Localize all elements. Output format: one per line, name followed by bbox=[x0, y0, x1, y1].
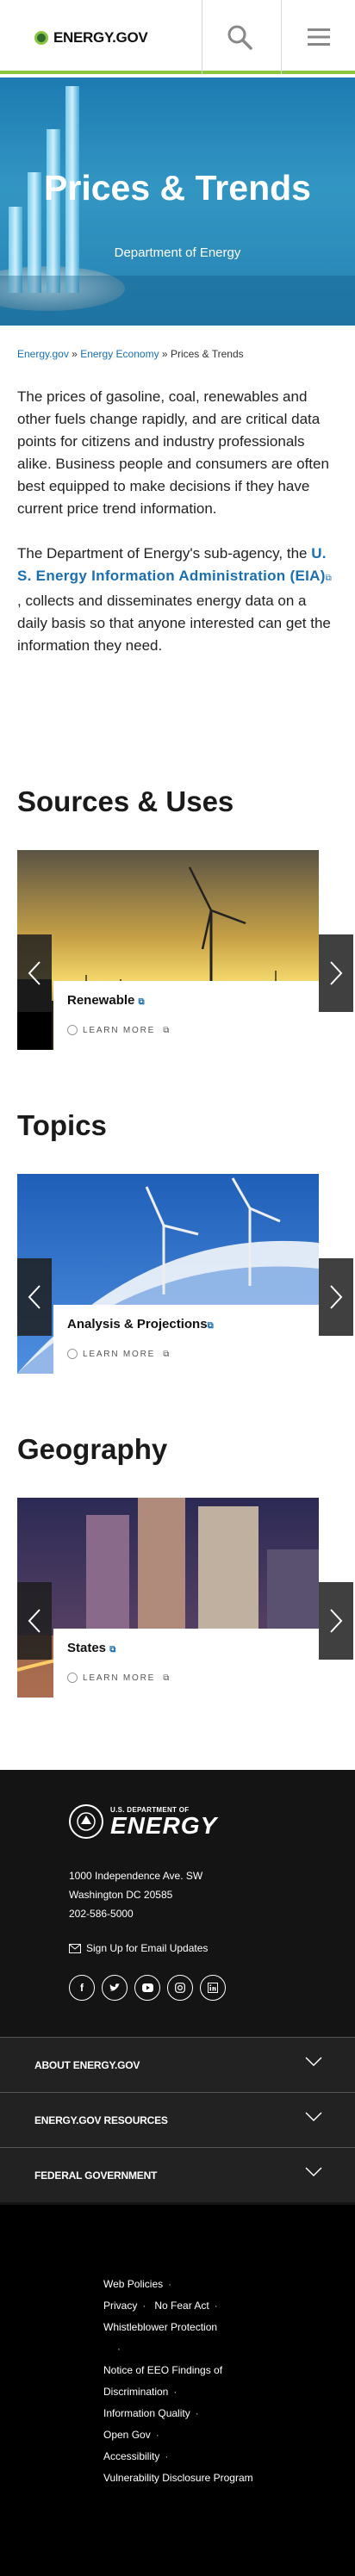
menu-button[interactable] bbox=[281, 0, 355, 74]
email-signup-link[interactable]: Sign Up for Email Updates bbox=[69, 1942, 208, 1954]
intro-paragraph-1: The prices of gasoline, coal, renewables… bbox=[17, 388, 329, 517]
card-caption: Renewable ⧉ LEARN MORE ⧉ bbox=[53, 981, 319, 1050]
carousel-next-button[interactable] bbox=[319, 934, 353, 1012]
learn-more-link[interactable]: LEARN MORE ⧉ bbox=[67, 1349, 305, 1359]
breadcrumb-link-energy-economy[interactable]: Energy Economy bbox=[80, 348, 159, 360]
linkedin-icon[interactable] bbox=[200, 1975, 226, 2001]
legal-link-no-fear-act[interactable]: No Fear Act bbox=[154, 2300, 209, 2312]
accordion-about-energy-gov[interactable]: ABOUT ENERGY.GOV bbox=[0, 2037, 355, 2092]
site-footer: U.S. DEPARTMENT OF ENERGY 1000 Independe… bbox=[0, 1770, 355, 2576]
youtube-icon[interactable] bbox=[134, 1975, 160, 2001]
legal-link-vulnerability-disclosure[interactable]: Vulnerability Disclosure Program bbox=[103, 2472, 253, 2484]
carousel-next-button[interactable] bbox=[319, 1258, 353, 1336]
legal-link-open-gov[interactable]: Open Gov bbox=[103, 2429, 151, 2441]
site-header: ENERGY.GOV bbox=[0, 0, 355, 74]
legal-link-privacy[interactable]: Privacy bbox=[103, 2300, 137, 2312]
address-line-2: Washington DC 20585 bbox=[69, 1889, 173, 1901]
chevron-left-icon bbox=[28, 1609, 40, 1633]
social-links: f bbox=[69, 1975, 226, 2001]
legal-links-section: Web Policies · Privacy · No Fear Act · Whis… bbox=[0, 2205, 355, 2576]
chevron-right-icon bbox=[330, 1609, 343, 1633]
learn-more-link[interactable]: LEARN MORE ⧉ bbox=[67, 1673, 305, 1683]
search-button[interactable] bbox=[202, 0, 276, 74]
section-title-topics: Topics bbox=[17, 1109, 107, 1141]
hamburger-menu-icon bbox=[307, 28, 330, 46]
card-label[interactable]: Analysis & Projections⧉ bbox=[67, 1317, 305, 1331]
legal-links: Web Policies · Privacy · No Fear Act · Whis… bbox=[103, 2278, 253, 2484]
envelope-icon bbox=[69, 1943, 81, 1953]
chevron-left-icon bbox=[28, 961, 40, 985]
doe-logo-big-text: ENERGY bbox=[110, 1811, 218, 1839]
address-line-1: 1000 Independence Ave. SW bbox=[69, 1870, 203, 1882]
external-link-icon: ⧉ bbox=[163, 1673, 171, 1683]
breadcrumb-separator: » bbox=[161, 348, 168, 360]
external-link-icon: ⧉ bbox=[109, 1645, 116, 1654]
chevron-left-icon bbox=[28, 1285, 40, 1309]
external-link-icon: ⧉ bbox=[207, 1321, 214, 1331]
email-signup-label: Sign Up for Email Updates bbox=[86, 1942, 209, 1954]
doe-seal-icon bbox=[69, 1804, 103, 1839]
card-analysis-projections[interactable]: Analysis & Projections⧉ LEARN MORE ⧉ bbox=[17, 1174, 353, 1374]
legal-link-accessibility[interactable]: Accessibility bbox=[103, 2450, 159, 2462]
chevron-right-icon bbox=[330, 961, 343, 985]
circle-icon bbox=[67, 1349, 78, 1359]
logo-text: ENERGY.GOV bbox=[53, 29, 148, 46]
footer-address: 1000 Independence Ave. SW Washington DC … bbox=[69, 1866, 202, 1923]
phone-number[interactable]: 202-586-5000 bbox=[69, 1904, 202, 1923]
chevron-down-icon bbox=[305, 2057, 322, 2067]
accordion-label: FEDERAL GOVERNMENT bbox=[34, 2169, 158, 2182]
twitter-icon[interactable] bbox=[102, 1975, 128, 2001]
card-states[interactable]: States ⧉ LEARN MORE ⧉ bbox=[17, 1498, 353, 1698]
page-title: Prices & Trends bbox=[44, 168, 311, 208]
chevron-down-icon bbox=[305, 2112, 322, 2122]
accordion-energy-gov-resources[interactable]: ENERGY.GOV RESOURCES bbox=[0, 2092, 355, 2147]
energy-gov-logo[interactable]: ENERGY.GOV bbox=[34, 29, 148, 47]
intro-text: The prices of gasoline, coal, renewables… bbox=[17, 386, 338, 680]
energy-logo-icon bbox=[34, 31, 48, 45]
card-label[interactable]: States ⧉ bbox=[67, 1641, 305, 1655]
breadcrumb-link-energy-gov[interactable]: Energy.gov bbox=[17, 348, 69, 360]
carousel-prev-button[interactable] bbox=[17, 1582, 52, 1660]
external-link-icon: ⧉ bbox=[163, 1025, 171, 1035]
breadcrumb: Energy.gov » Energy Economy » Prices & T… bbox=[17, 348, 244, 360]
learn-more-link[interactable]: LEARN MORE ⧉ bbox=[67, 1025, 305, 1035]
intro-p2-text-after: , collects and disseminates energy data … bbox=[17, 593, 331, 654]
accordion-label: ABOUT ENERGY.GOV bbox=[34, 2058, 140, 2071]
card-renewable[interactable]: Renewable ⧉ LEARN MORE ⧉ bbox=[17, 850, 353, 1050]
hero-subtitle: Department of Energy bbox=[114, 245, 241, 260]
circle-icon bbox=[67, 1025, 78, 1035]
legal-link-whistleblower[interactable]: Whistleblower Protection bbox=[103, 2321, 217, 2333]
carousel-prev-button[interactable] bbox=[17, 934, 52, 1012]
external-link-icon: ⧉ bbox=[163, 1349, 171, 1359]
circle-icon bbox=[67, 1673, 78, 1683]
legal-link-information-quality[interactable]: Information Quality bbox=[103, 2407, 190, 2419]
intro-paragraph-2: The Department of Energy's sub-agency, t… bbox=[17, 543, 338, 657]
carousel-next-button[interactable] bbox=[319, 1582, 353, 1660]
instagram-icon[interactable] bbox=[167, 1975, 193, 2001]
card-caption: Analysis & Projections⧉ LEARN MORE ⧉ bbox=[53, 1305, 319, 1374]
chevron-right-icon bbox=[330, 1285, 343, 1309]
card-label[interactable]: Renewable ⧉ bbox=[67, 993, 305, 1008]
chevron-down-icon bbox=[305, 2167, 322, 2177]
hero-banner: Prices & Trends Department of Energy bbox=[0, 78, 355, 326]
search-icon bbox=[227, 25, 252, 50]
accordion-label: ENERGY.GOV RESOURCES bbox=[34, 2114, 168, 2126]
carousel-prev-button[interactable] bbox=[17, 1258, 52, 1336]
section-title-sources-uses: Sources & Uses bbox=[17, 785, 234, 817]
legal-link-web-policies[interactable]: Web Policies bbox=[103, 2278, 163, 2290]
intro-p2-text: The Department of Energy's sub-agency, t… bbox=[17, 545, 312, 562]
external-link-icon: ⧉ bbox=[325, 574, 332, 583]
legal-link-eeo-findings[interactable]: Notice of EEO Findings of Discrimination bbox=[103, 2364, 222, 2398]
section-title-geography: Geography bbox=[17, 1433, 168, 1465]
breadcrumb-separator: » bbox=[72, 348, 78, 360]
accordion-federal-government[interactable]: FEDERAL GOVERNMENT bbox=[0, 2147, 355, 2202]
external-link-icon: ⧉ bbox=[138, 997, 145, 1007]
facebook-icon[interactable]: f bbox=[69, 1975, 95, 2001]
doe-logo[interactable]: U.S. DEPARTMENT OF ENERGY bbox=[69, 1804, 217, 1839]
card-caption: States ⧉ LEARN MORE ⧉ bbox=[53, 1629, 319, 1698]
breadcrumb-current: Prices & Trends bbox=[170, 348, 244, 360]
